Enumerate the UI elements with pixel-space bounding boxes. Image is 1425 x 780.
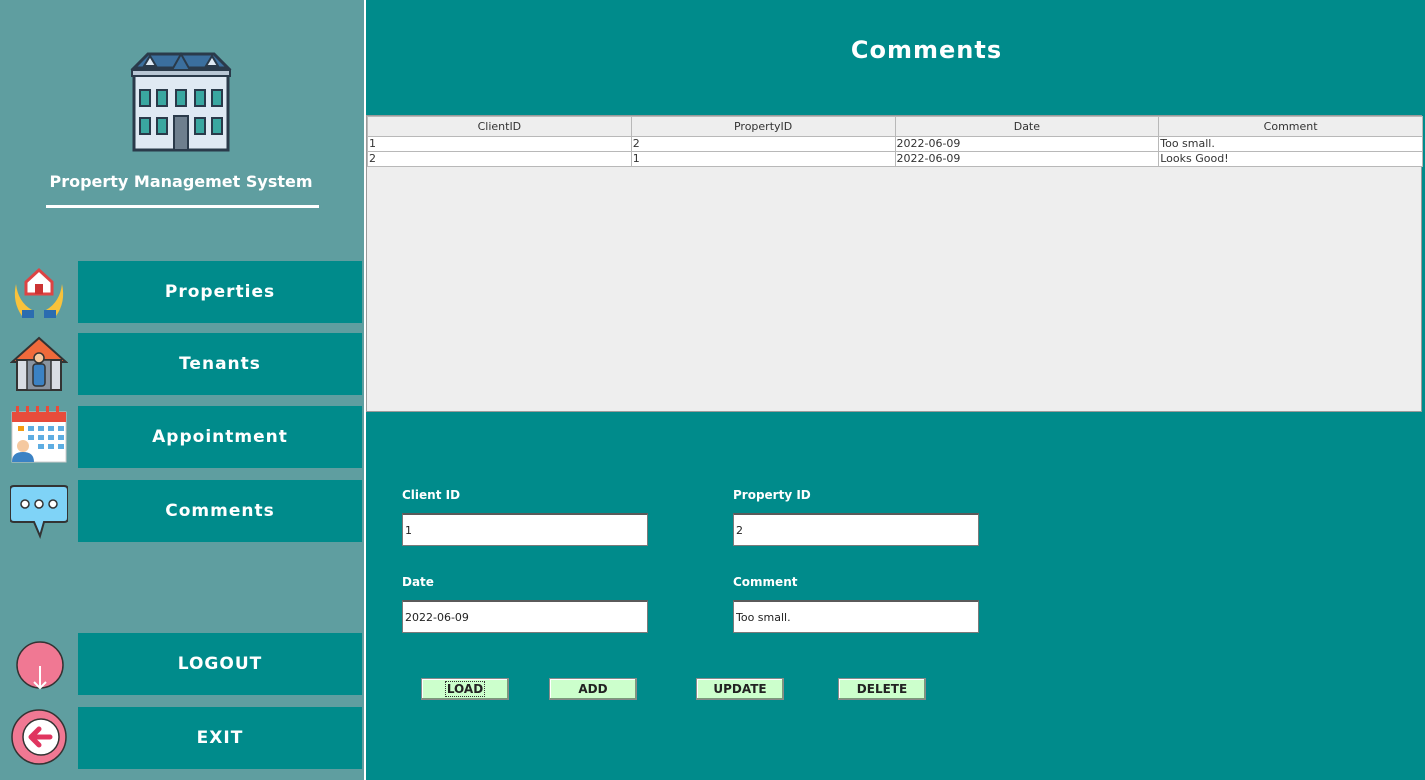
property-id-label: Property ID (733, 488, 811, 502)
table-cell[interactable]: Too small. (1158, 136, 1423, 152)
column-header-date[interactable]: Date (894, 116, 1160, 137)
column-header-clientid[interactable]: ClientID (367, 116, 632, 137)
load-button-label: LOAD (444, 681, 486, 697)
table-cell[interactable]: Looks Good! (1158, 151, 1423, 167)
date-input[interactable] (402, 600, 648, 633)
update-button[interactable]: UPDATE (696, 678, 784, 700)
table-header-row: ClientID PropertyID Date Comment (367, 116, 1423, 137)
nav-appointment-button[interactable]: Appointment (78, 406, 362, 468)
table-cell[interactable]: 1 (630, 151, 896, 167)
table-row[interactable]: 1 2 2022-06-09 Too small. (367, 136, 1423, 152)
sidebar: Property Managemet System Properties Ten… (0, 0, 364, 780)
add-button[interactable]: ADD (549, 678, 637, 700)
building-icon (130, 51, 232, 152)
chat-bubble-icon (10, 485, 68, 539)
calendar-person-icon (11, 406, 67, 463)
table-cell[interactable]: 2022-06-09 (894, 151, 1160, 167)
delete-button[interactable]: DELETE (838, 678, 926, 700)
nav-properties-button[interactable]: Properties (78, 261, 362, 323)
table-cell[interactable]: 1 (367, 136, 632, 152)
column-header-propertyid[interactable]: PropertyID (630, 116, 896, 137)
page-title: Comments (850, 36, 1003, 64)
table-cell[interactable]: 2 (630, 136, 896, 152)
table-cell[interactable]: 2022-06-09 (894, 136, 1160, 152)
table-cell[interactable]: 2 (367, 151, 632, 167)
hands-house-icon (14, 267, 64, 318)
title-underline (46, 205, 319, 208)
comment-label: Comment (733, 575, 798, 589)
client-id-input[interactable] (402, 513, 648, 546)
nav-comments-button[interactable]: Comments (78, 480, 362, 542)
client-id-label: Client ID (402, 488, 461, 502)
table-row[interactable]: 2 1 2022-06-09 Looks Good! (367, 151, 1423, 167)
comment-input[interactable] (733, 600, 979, 633)
app-title: Property Managemet System (49, 172, 313, 191)
logout-icon (16, 641, 64, 690)
main-panel: Comments ClientID PropertyID Date Commen… (366, 0, 1425, 780)
property-id-input[interactable] (733, 513, 979, 546)
load-button[interactable]: LOAD (421, 678, 509, 700)
nav-tenants-button[interactable]: Tenants (78, 333, 362, 395)
house-person-icon (10, 336, 68, 391)
date-label: Date (402, 575, 434, 589)
exit-button[interactable]: EXIT (78, 707, 362, 769)
logout-button[interactable]: LOGOUT (78, 633, 362, 695)
exit-arrow-icon (11, 709, 67, 765)
comments-table[interactable]: ClientID PropertyID Date Comment 1 2 202… (366, 115, 1423, 412)
column-header-comment[interactable]: Comment (1158, 116, 1423, 137)
